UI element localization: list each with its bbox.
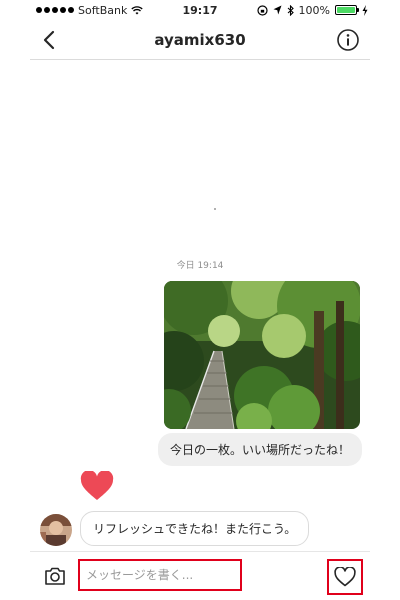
bluetooth-icon <box>287 4 294 16</box>
camera-icon[interactable] <box>44 566 66 586</box>
info-icon[interactable] <box>336 28 360 52</box>
sent-message-bubble[interactable]: 今日の一枚。いい場所だったね！ <box>157 433 362 466</box>
status-left: SoftBank <box>36 4 143 17</box>
battery-icon <box>335 5 359 15</box>
chevron-left-icon[interactable] <box>38 28 62 52</box>
chat-title[interactable]: ayamix630 <box>154 31 245 49</box>
charging-bolt-icon <box>362 4 368 16</box>
loading-dot <box>214 208 216 210</box>
battery-percent: 100% <box>298 3 330 17</box>
location-arrow-icon <box>273 5 282 15</box>
status-right: 100% <box>256 3 368 17</box>
message-input[interactable] <box>78 559 242 591</box>
signal-icon <box>36 7 74 13</box>
received-message-bubble[interactable]: リフレッシュできたね！また行こう。 <box>80 511 310 546</box>
orientation-lock-icon <box>256 4 268 16</box>
like-button[interactable] <box>327 559 363 595</box>
message-composer <box>30 551 370 600</box>
carrier-label: SoftBank <box>78 3 128 17</box>
sent-photo[interactable] <box>164 281 360 429</box>
message-timestamp: 今日 19:14 <box>176 261 224 271</box>
heart-outline-icon <box>334 567 356 587</box>
status-bar: SoftBank 19:17 100% <box>0 0 400 20</box>
avatar[interactable] <box>40 514 72 546</box>
avatar-image <box>40 514 72 546</box>
forest-stairway-image <box>164 281 360 429</box>
heart-icon <box>80 471 114 500</box>
battery-fill <box>337 7 355 13</box>
wifi-icon <box>131 5 143 14</box>
message-thread: 今日 19:14 今日の一枚。いい場所だったね！ リフレッシュできたね！また行こ… <box>30 60 370 550</box>
chat-header: ayamix630 <box>30 20 370 60</box>
